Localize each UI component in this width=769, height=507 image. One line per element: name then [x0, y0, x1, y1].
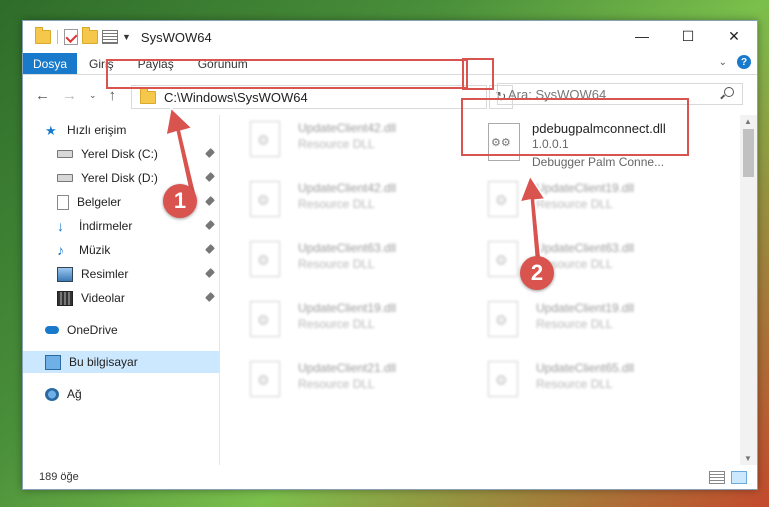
callout-badge-2: 2 — [520, 256, 554, 290]
annotation-arrows — [165, 106, 547, 261]
arrow-two-icon — [518, 174, 547, 261]
callout-badge-1: 1 — [163, 184, 197, 218]
arrow-one-icon — [165, 106, 197, 197]
